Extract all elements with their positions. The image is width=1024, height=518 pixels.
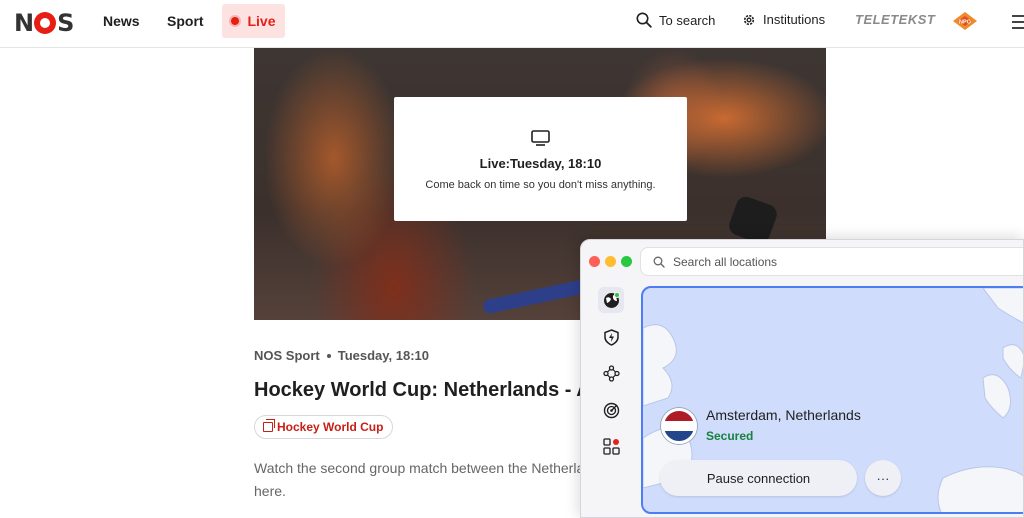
- apps-icon: [602, 437, 620, 455]
- connected-location-name: Amsterdam, Netherlands: [706, 407, 861, 423]
- location-search-input[interactable]: Search all locations: [640, 247, 1023, 276]
- globe-icon: [603, 291, 620, 308]
- collection-icon: [263, 419, 275, 432]
- separator-dot: [326, 353, 331, 358]
- search-icon: [653, 256, 665, 268]
- connection-status: Secured: [706, 429, 754, 443]
- radar-icon: [603, 402, 619, 418]
- search-button[interactable]: To search: [636, 12, 715, 28]
- article-meta: NOS Sport Tuesday, 18:10: [254, 348, 429, 363]
- sidebar-globe-button[interactable]: [598, 287, 624, 313]
- article-title: Hockey World Cup: Netherlands - A: [254, 379, 584, 401]
- search-placeholder: Search all locations: [673, 254, 778, 269]
- nav-sport[interactable]: Sport: [167, 13, 204, 29]
- site-header: NS News Sport Live To search Institution…: [0, 0, 1024, 48]
- nav-news[interactable]: News: [103, 13, 140, 29]
- sidebar-dark-web-monitor-button[interactable]: [598, 397, 624, 423]
- search-label: To search: [659, 12, 716, 28]
- npo-logo-icon[interactable]: NPO: [952, 11, 978, 31]
- live-label: Live: [247, 13, 276, 29]
- menu-icon[interactable]: [1012, 15, 1024, 33]
- teletekst-logo[interactable]: TELETEKST: [855, 12, 935, 27]
- window-close-button[interactable]: [589, 256, 600, 267]
- sidebar-apps-button[interactable]: [598, 433, 624, 459]
- more-options-button[interactable]: ···: [865, 460, 901, 496]
- live-dot-icon: [231, 17, 240, 25]
- article-source: NOS Sport: [254, 348, 320, 363]
- window-zoom-button[interactable]: [621, 256, 632, 267]
- live-button[interactable]: Live: [222, 4, 285, 38]
- article-body: Watch the second group match between the…: [254, 457, 580, 503]
- topic-tag[interactable]: Hockey World Cup: [254, 415, 394, 439]
- vpn-app-window: Search all locations Amsterdam, Netherla…: [580, 239, 1024, 518]
- search-icon: [636, 12, 652, 28]
- shield-icon: [603, 328, 619, 346]
- gear-icon: [743, 14, 755, 25]
- live-card-subtitle: Come back on time so you don't miss anyt…: [425, 179, 656, 191]
- tv-icon: [531, 130, 550, 146]
- server-map[interactable]: Amsterdam, Netherlands Secured Pause con…: [641, 286, 1023, 514]
- svg-text:NPO: NPO: [959, 20, 972, 26]
- settings-button[interactable]: Institutions: [742, 12, 825, 27]
- nos-logo[interactable]: NS: [14, 9, 74, 37]
- sidebar-threat-protection-button[interactable]: [598, 324, 624, 350]
- meshnet-icon: [602, 364, 620, 382]
- live-notice-card: Live:Tuesday, 18:10 Come back on time so…: [394, 97, 687, 221]
- topic-tag-label: Hockey World Cup: [277, 420, 384, 434]
- window-minimize-button[interactable]: [605, 256, 616, 267]
- netherlands-flag-icon: [661, 408, 697, 444]
- pause-connection-button[interactable]: Pause connection: [660, 460, 857, 496]
- article-body-line: Watch the second group match between the…: [254, 460, 580, 476]
- settings-label: Institutions: [763, 12, 826, 27]
- article-body-line: here.: [254, 483, 286, 499]
- article-time: Tuesday, 18:10: [337, 348, 430, 363]
- sidebar-meshnet-button[interactable]: [598, 360, 624, 386]
- live-card-title: Live:Tuesday, 18:10: [479, 156, 602, 171]
